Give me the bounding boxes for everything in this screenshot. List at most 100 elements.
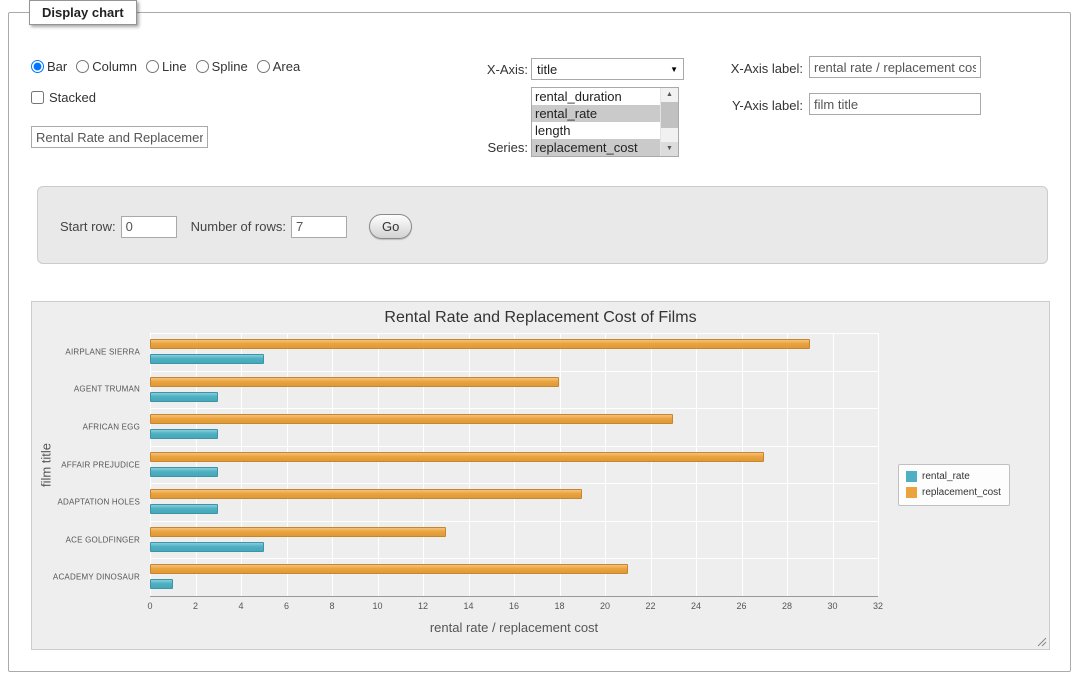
plot-area (150, 333, 878, 597)
bar-replacement_cost (150, 489, 582, 499)
legend-swatch (906, 487, 917, 498)
x-axis-select[interactable]: title ▼ (531, 58, 684, 80)
gridline (560, 333, 561, 596)
stacked-checkbox[interactable] (31, 91, 44, 104)
display-chart-panel: Display chart BarColumnLineSplineArea St… (8, 12, 1071, 672)
x-tick-label: 28 (782, 601, 792, 611)
x-tick-label: 32 (873, 601, 883, 611)
x-axis-title: rental rate / replacement cost (150, 620, 878, 635)
gridline (696, 333, 697, 596)
start-row-input[interactable] (121, 216, 177, 238)
x-tick-label: 4 (238, 601, 243, 611)
x-tick-label: 10 (372, 601, 382, 611)
radio-column[interactable] (76, 60, 89, 73)
category-label: AFRICAN EGG (83, 422, 140, 431)
chart-type-radios: Bar Column Line Spline Area (31, 59, 300, 74)
gridline (150, 483, 878, 484)
number-of-rows-input[interactable] (291, 216, 347, 238)
x-tick-label: 20 (600, 601, 610, 611)
series-options: rental_durationrental_ratelengthreplacem… (532, 88, 660, 156)
gridline (651, 333, 652, 596)
gridline (150, 558, 878, 559)
x-tick-label: 0 (147, 601, 152, 611)
row-controls-panel: Start row: Number of rows: Go (37, 186, 1048, 264)
bar-rental_rate (150, 542, 264, 552)
chart-title: Rental Rate and Replacement Cost of Film… (32, 309, 1049, 327)
category-label: ACADEMY DINOSAUR (53, 573, 140, 582)
category-label: AGENT TRUMAN (74, 385, 140, 394)
bar-rental_rate (150, 467, 218, 477)
legend-label: replacement_cost (922, 487, 1001, 498)
chart-title-input[interactable] (31, 126, 208, 148)
gridline (378, 333, 379, 596)
x-tick-label: 30 (827, 601, 837, 611)
gridline (833, 333, 834, 596)
gridline (241, 333, 242, 596)
chart-type-area[interactable]: Area (257, 59, 300, 74)
radio-label-line: Line (162, 59, 187, 74)
chart-type-spline[interactable]: Spline (196, 59, 248, 74)
x-ticks: 02468101214161820222426283032 (150, 601, 890, 613)
y-axis-label-field-label: Y-Axis label: (677, 98, 803, 113)
gridline (150, 333, 151, 596)
x-tick-label: 16 (509, 601, 519, 611)
x-axis-label-field-label: X-Axis label: (677, 61, 803, 76)
series-option-rental_duration[interactable]: rental_duration (532, 88, 660, 105)
radio-spline[interactable] (196, 60, 209, 73)
chart-type-line[interactable]: Line (146, 59, 187, 74)
chart-type-column[interactable]: Column (76, 59, 137, 74)
gridline (150, 521, 878, 522)
series-option-rental_rate[interactable]: rental_rate (532, 105, 660, 122)
legend-item-replacement_cost[interactable]: replacement_cost (906, 487, 1001, 498)
stacked-label: Stacked (49, 90, 96, 105)
bar-replacement_cost (150, 564, 628, 574)
bar-rental_rate (150, 504, 218, 514)
radio-label-spline: Spline (212, 59, 248, 74)
bar-rental_rate (150, 429, 218, 439)
bar-replacement_cost (150, 339, 810, 349)
legend-swatch (906, 471, 917, 482)
scroll-down-icon[interactable]: ▼ (661, 142, 678, 156)
stacked-option[interactable]: Stacked (31, 90, 96, 105)
category-label: ADAPTATION HOLES (58, 498, 140, 507)
series-field-label: Series: (439, 140, 528, 155)
radio-area[interactable] (257, 60, 270, 73)
scrollbar[interactable]: ▲ ▼ (660, 88, 678, 156)
gridline (287, 333, 288, 596)
legend-item-rental_rate[interactable]: rental_rate (906, 471, 1001, 482)
series-multiselect[interactable]: rental_durationrental_ratelengthreplacem… (531, 87, 679, 157)
panel-title: Display chart (29, 0, 137, 25)
series-option-replacement_cost[interactable]: replacement_cost (532, 139, 660, 156)
bar-replacement_cost (150, 377, 559, 387)
scrollbar-thumb[interactable] (661, 102, 678, 128)
chart-type-bar[interactable]: Bar (31, 59, 67, 74)
y-cat-labels: AIRPLANE SIERRA AGENT TRUMAN AFRICAN EGG AF… (32, 333, 144, 596)
x-axis-label-input[interactable] (809, 56, 981, 78)
gridline (150, 408, 878, 409)
gridline (150, 446, 878, 447)
x-tick-label: 18 (554, 601, 564, 611)
y-axis-label-input[interactable] (809, 93, 981, 115)
go-button[interactable]: Go (369, 214, 412, 239)
scroll-up-icon[interactable]: ▲ (661, 88, 678, 102)
gridline (423, 333, 424, 596)
gridline (742, 333, 743, 596)
category-label: AFFAIR PREJUDICE (61, 460, 140, 469)
category-label: ACE GOLDFINGER (66, 535, 140, 544)
chart-container: Rental Rate and Replacement Cost of Film… (31, 301, 1050, 650)
radio-line[interactable] (146, 60, 159, 73)
category-label: AIRPLANE SIERRA (65, 347, 140, 356)
gridline (150, 333, 878, 334)
resize-handle-icon[interactable] (1035, 635, 1047, 647)
x-tick-label: 14 (463, 601, 473, 611)
number-of-rows-label: Number of rows: (191, 219, 286, 234)
radio-bar[interactable] (31, 60, 44, 73)
x-tick-label: 2 (193, 601, 198, 611)
gridline (878, 333, 879, 596)
bar-rental_rate (150, 579, 173, 589)
series-option-length[interactable]: length (532, 122, 660, 139)
bar-rental_rate (150, 354, 264, 364)
bar-replacement_cost (150, 527, 446, 537)
radio-label-column: Column (92, 59, 137, 74)
legend-label: rental_rate (922, 471, 970, 482)
